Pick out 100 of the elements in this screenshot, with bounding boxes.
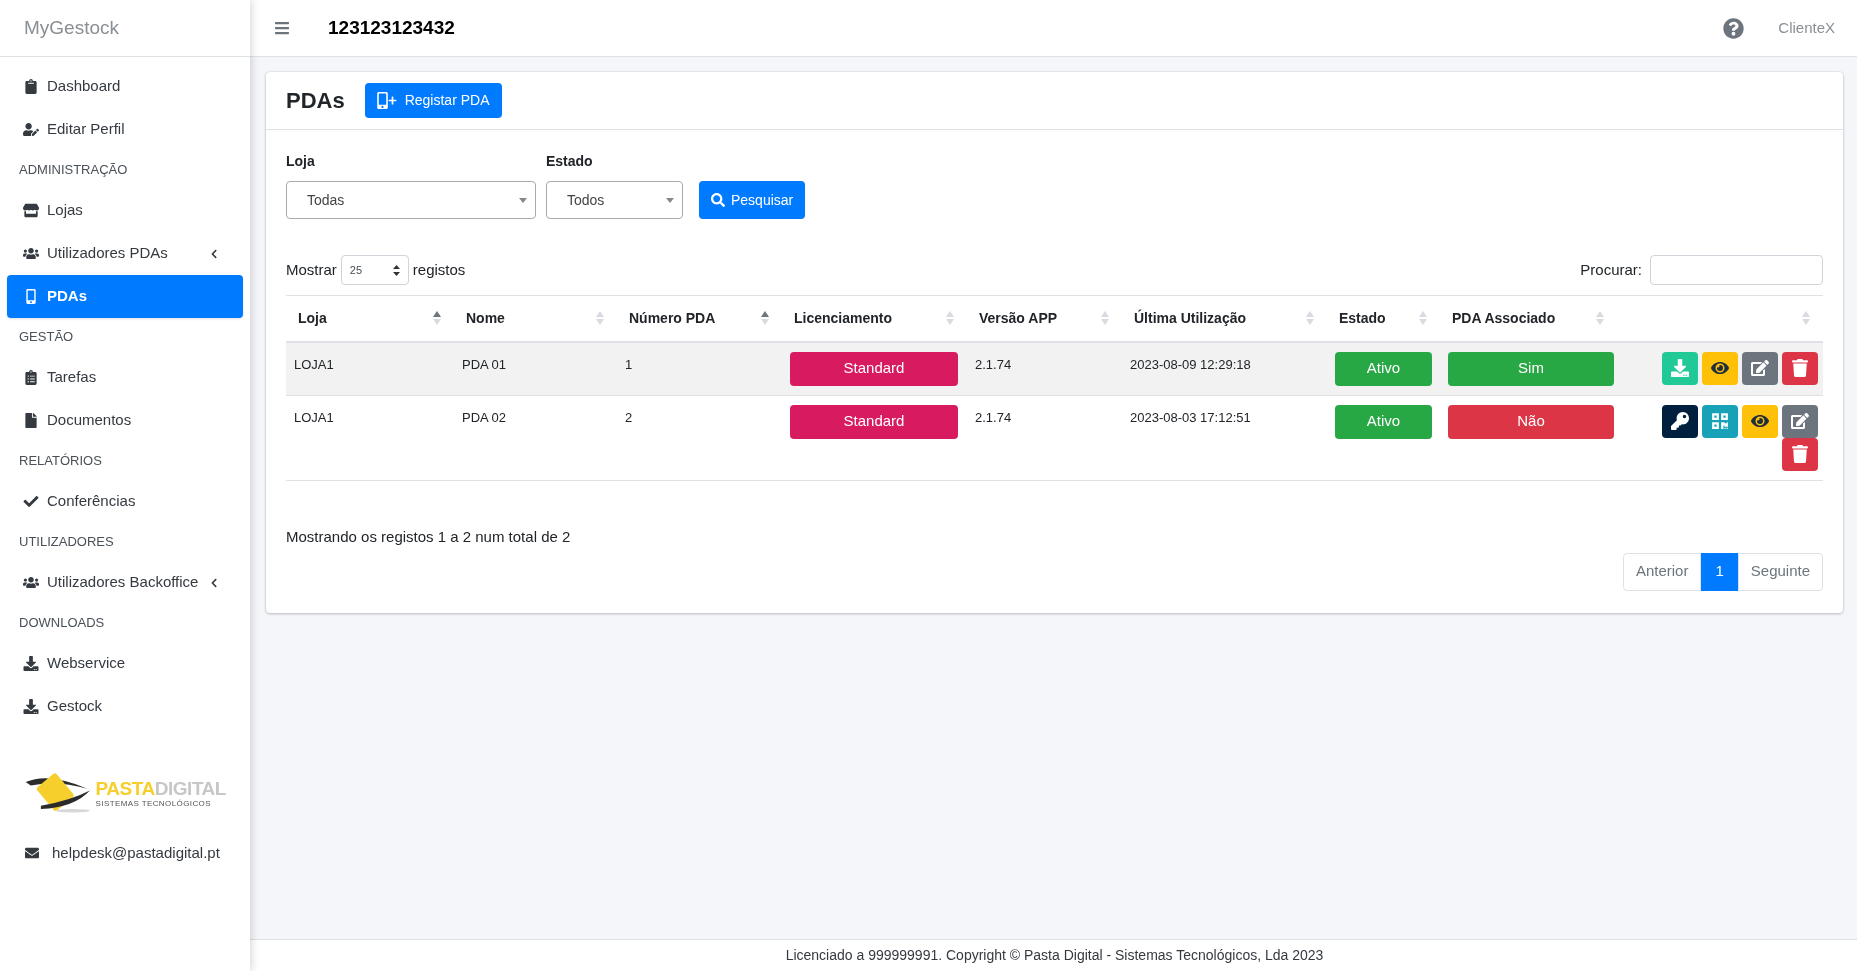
dropdown-arrow-icon <box>666 197 674 203</box>
sidebar-item-label: Dashboard <box>47 76 122 97</box>
filter-select[interactable]: Todas <box>286 181 536 219</box>
column-header[interactable]: Nome <box>466 307 505 329</box>
chevron-left-icon <box>209 248 219 259</box>
status-badge: Não <box>1448 404 1614 439</box>
sidebar-item-label: Utilizadores PDAs <box>47 243 169 264</box>
sidebar-item-label: Conferências <box>47 491 137 512</box>
trash-icon <box>1791 445 1809 463</box>
table-cell: LOJA1 <box>294 356 334 372</box>
page-length-select[interactable]: 25 <box>340 255 409 285</box>
length-label: Mostrar <box>286 259 337 280</box>
sidebar-item[interactable]: Dashboard <box>7 65 243 108</box>
check-icon <box>23 494 39 509</box>
dropdown-arrow-icon <box>519 197 527 203</box>
key-icon <box>1671 412 1689 430</box>
edit-icon <box>1791 412 1809 430</box>
length-label: registos <box>412 259 466 280</box>
sidebar-item-label: Lojas <box>47 200 84 221</box>
trash-icon <box>1791 359 1809 377</box>
sidebar-item[interactable]: Gestock <box>7 685 243 728</box>
edit-icon <box>1751 359 1769 377</box>
table-cell: 2023-08-03 17:12:51 <box>1130 409 1251 425</box>
section-header: GESTÃO <box>18 328 75 347</box>
sidebar-item[interactable]: Editar Perfil <box>7 108 243 151</box>
sidebar-item[interactable]: Documentos <box>7 399 243 442</box>
table-cell: PDA 01 <box>462 356 507 372</box>
users-icon <box>23 575 39 590</box>
download-icon <box>23 699 39 714</box>
view-button[interactable] <box>1742 404 1778 438</box>
card-title: PDAs <box>286 87 345 115</box>
section-header: ADMINISTRAÇÃO <box>18 161 129 180</box>
filter-label: Loja <box>286 152 316 171</box>
table-cell: 2 <box>625 409 633 425</box>
sidebar-item[interactable]: PDAs <box>7 275 243 318</box>
section-header: RELATÓRIOS <box>18 452 103 471</box>
eye-icon <box>1711 359 1729 377</box>
table-cell: LOJA1 <box>294 409 334 425</box>
section-header: UTILIZADORES <box>18 533 115 552</box>
column-header[interactable]: Loja <box>298 307 327 329</box>
previous-page-link[interactable]: Anterior <box>1622 552 1702 591</box>
menu-icon <box>274 20 290 36</box>
view-button[interactable] <box>1702 351 1738 385</box>
page-link[interactable]: 1 <box>1701 552 1738 591</box>
register-button[interactable]: Registar PDA <box>364 83 502 118</box>
sidebar-item-label: Webservice <box>47 653 127 674</box>
search-button[interactable]: Pesquisar <box>699 181 806 219</box>
status-badge: Ativo <box>1335 351 1432 386</box>
mobile-icon <box>23 289 39 304</box>
key-button[interactable] <box>1662 404 1698 438</box>
column-header[interactable]: Última Utilização <box>1134 307 1247 329</box>
help-icon <box>1723 17 1745 39</box>
envelope-icon <box>24 846 40 861</box>
sidebar-item[interactable]: Tarefas <box>7 356 243 399</box>
delete-button[interactable] <box>1782 351 1818 385</box>
edit-button[interactable] <box>1782 404 1818 438</box>
users-icon <box>23 246 39 261</box>
spinner-arrows-icon <box>392 264 400 276</box>
status-badge: Standard <box>790 404 958 439</box>
table-info: Mostrando os registos 1 a 2 num total de 2 <box>286 527 571 545</box>
delete-button[interactable] <box>1782 437 1818 471</box>
sidebar-item-label: Documentos <box>47 410 133 431</box>
sidebar-item[interactable]: Utilizadores Backoffice <box>7 561 243 604</box>
help-button[interactable] <box>1723 17 1745 39</box>
table-cell: 2023-08-09 12:29:18 <box>1130 356 1251 372</box>
sidebar-item-label: Tarefas <box>47 367 98 388</box>
sidebar-item[interactable]: Lojas <box>7 189 243 232</box>
status-badge: Sim <box>1448 351 1614 386</box>
filter-select[interactable]: Todos <box>546 181 683 219</box>
status-badge: Standard <box>790 351 958 386</box>
edit-button[interactable] <box>1742 351 1778 385</box>
sidebar-item-label: Utilizadores Backoffice <box>47 572 200 593</box>
download-icon <box>23 656 39 671</box>
column-header[interactable]: Licenciamento <box>794 307 893 329</box>
logo-name: PASTADIGITAL <box>95 778 226 798</box>
column-header[interactable]: Número PDA <box>629 307 716 329</box>
sidebar-item-label: Gestock <box>47 696 104 717</box>
column-header[interactable]: Versão APP <box>979 307 1058 329</box>
section-header: DOWNLOADS <box>18 614 106 633</box>
mobile-plus-icon <box>376 92 397 109</box>
sidebar-item-label: Editar Perfil <box>47 119 126 140</box>
search-icon <box>711 193 725 207</box>
search-field[interactable] <box>1650 255 1823 285</box>
sidebar-item[interactable]: Webservice <box>7 642 243 685</box>
column-header[interactable]: PDA Associado <box>1452 307 1556 329</box>
sidebar-item[interactable]: Utilizadores PDAs <box>7 232 243 275</box>
logo-tagline: SISTEMAS TECNOLÓGICOS <box>95 799 212 808</box>
table-cell: 2.1.74 <box>975 409 1012 425</box>
search-label: Procurar: <box>1580 259 1642 280</box>
email-link[interactable]: helpdesk@pastadigital.pt <box>0 842 250 865</box>
sidebar-item[interactable]: Conferências <box>7 480 243 523</box>
column-header[interactable]: Estado <box>1339 307 1386 329</box>
sidebar-item-label: PDAs <box>47 286 88 307</box>
filter-label: Estado <box>546 152 594 171</box>
store-icon <box>23 203 39 218</box>
clipboard-list-icon <box>23 370 39 385</box>
download-icon <box>1671 359 1689 377</box>
chevron-left-icon <box>209 577 219 588</box>
user-edit-icon <box>23 122 39 137</box>
next-page-link[interactable]: Seguinte <box>1737 552 1823 591</box>
